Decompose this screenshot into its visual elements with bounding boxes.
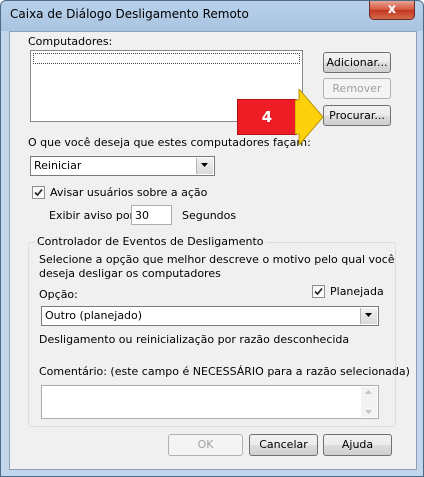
browse-button[interactable]: Procurar... [323, 105, 391, 126]
checkmark-icon [314, 287, 323, 296]
add-button[interactable]: Adicionar... [323, 52, 391, 73]
tracker-description-line2: deseja desligar os computadores [39, 267, 221, 280]
focus-rectangle [33, 53, 300, 64]
remove-button[interactable]: Remover [323, 78, 391, 99]
option-selected-value: Outro (planejado) [45, 309, 143, 322]
window-title: Caixa de Diálogo Desligamento Remoto [10, 7, 249, 21]
warn-users-checkbox[interactable] [32, 186, 45, 199]
title-bar[interactable]: Caixa de Diálogo Desligamento Remoto x [1, 1, 423, 31]
display-warning-label: Exibir aviso por [49, 209, 135, 222]
comment-textarea[interactable] [41, 385, 379, 419]
checkmark-icon [34, 188, 43, 197]
option-label: Opção: [39, 288, 78, 301]
group-title: Controlador de Eventos de Desligamento [35, 235, 266, 248]
comment-label: Comentário: (este campo é NECESSÁRIO par… [39, 365, 410, 378]
step-number: 4 [261, 108, 273, 126]
comment-scrollbar[interactable] [361, 387, 377, 417]
action-select[interactable]: Reiniciar [30, 156, 215, 176]
step-number-badge: 4 [237, 99, 297, 135]
seconds-unit-label: Segundos [182, 209, 237, 222]
action-label: O que você deseja que estes computadores… [28, 136, 311, 149]
arrow-right-icon [295, 89, 324, 145]
dialog-client-area: Computadores: Adicionar... Remover Procu… [9, 31, 417, 470]
cancel-button[interactable]: Cancelar [249, 434, 318, 456]
dialog-window: Caixa de Diálogo Desligamento Remoto x C… [0, 0, 424, 477]
planned-checkbox[interactable] [312, 285, 325, 298]
scroll-down-icon[interactable] [365, 410, 372, 414]
ok-button[interactable]: OK [168, 434, 243, 456]
scroll-up-icon[interactable] [365, 390, 372, 394]
warn-users-label: Avisar usuários sobre a ação [50, 186, 208, 199]
planned-label: Planejada [330, 285, 384, 298]
tracker-description-line1: Selecione a opção que melhor descreve o … [39, 253, 395, 266]
chevron-down-icon[interactable] [360, 308, 377, 324]
option-description: Desligamento ou reinicialização por razã… [39, 333, 350, 346]
close-icon: x [387, 2, 397, 17]
option-select[interactable]: Outro (planejado) [41, 306, 379, 326]
close-button[interactable]: x [369, 1, 415, 20]
chevron-down-icon[interactable] [196, 158, 213, 174]
action-selected-value: Reiniciar [34, 159, 82, 172]
help-button[interactable]: Ajuda [323, 434, 392, 456]
warning-seconds-value: 30 [135, 209, 149, 222]
computers-label: Computadores: [28, 35, 113, 48]
warning-seconds-input[interactable]: 30 [131, 205, 172, 225]
